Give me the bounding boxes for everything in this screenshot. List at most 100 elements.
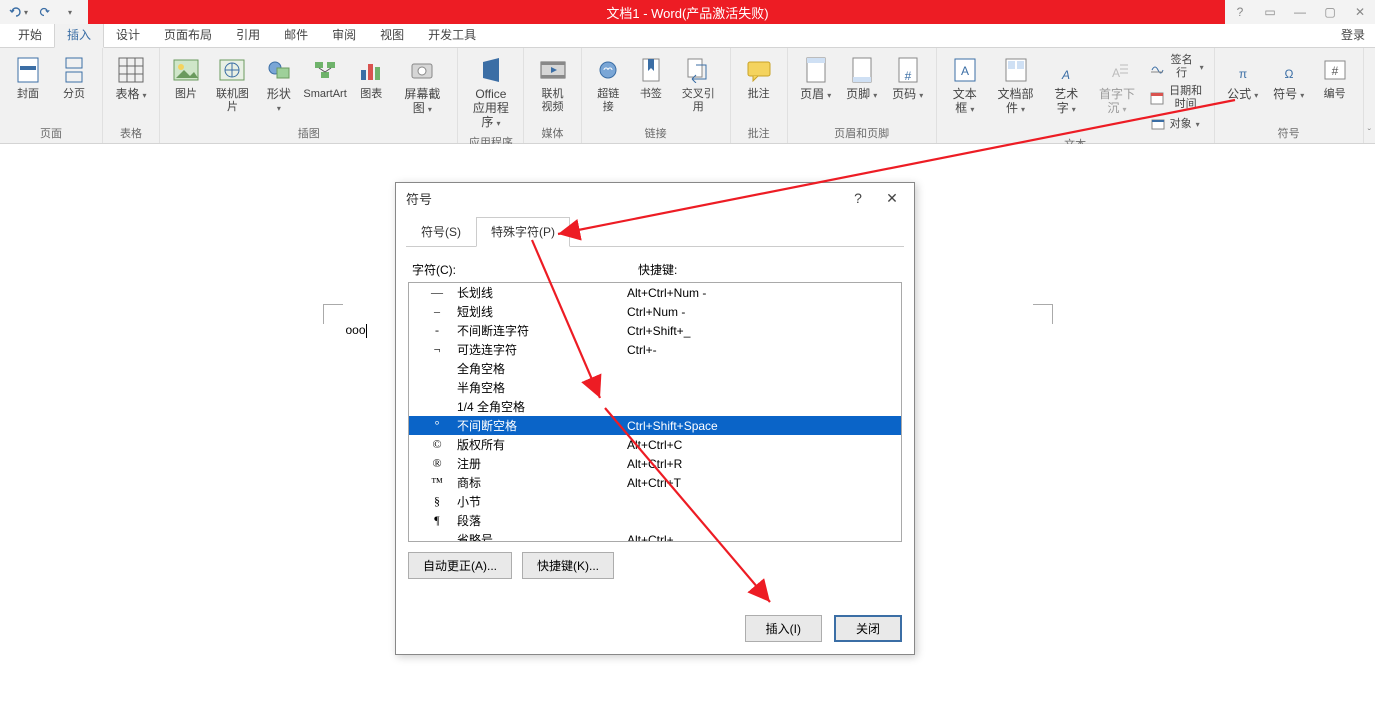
char-name: 可选连字符 xyxy=(457,341,627,358)
collapse-ribbon-icon[interactable]: ˇ xyxy=(1368,128,1371,139)
object-button[interactable]: 对象▾ xyxy=(1146,114,1208,134)
cover-page-button[interactable]: 封面 xyxy=(6,52,50,103)
char-row[interactable]: 全角空格 xyxy=(409,359,901,378)
char-row[interactable]: –短划线Ctrl+Num - xyxy=(409,302,901,321)
office-apps-button[interactable]: Office 应用程序 ▾ xyxy=(464,52,517,132)
char-shortcut: Alt+Ctrl+C xyxy=(627,438,893,452)
tab-references[interactable]: 引用 xyxy=(224,22,272,47)
screenshot-button[interactable]: 屏幕截图 ▾ xyxy=(393,52,451,118)
char-name: 商标 xyxy=(457,474,627,491)
group-label-media: 媒体 xyxy=(530,123,574,141)
special-char-list[interactable]: —长划线Alt+Ctrl+Num -–短划线Ctrl+Num --不间断连字符C… xyxy=(408,282,902,542)
shapes-button[interactable]: 形状 ▾ xyxy=(259,52,299,117)
minimize-button[interactable]: — xyxy=(1285,0,1315,24)
group-label-symbols: 符号 xyxy=(1221,123,1357,141)
signature-line-button[interactable]: 签名行▾ xyxy=(1146,52,1208,82)
char-name: 省略号 xyxy=(457,531,627,542)
bookmark-button[interactable]: 书签 xyxy=(631,52,671,103)
menu-tabs: 开始 插入 设计 页面布局 引用 邮件 审阅 视图 开发工具 登录 xyxy=(0,24,1375,48)
hyperlink-button[interactable]: 超链接 xyxy=(588,52,629,116)
char-row[interactable]: —长划线Alt+Ctrl+Num - xyxy=(409,283,901,302)
dialog-titlebar[interactable]: 符号 ? ✕ xyxy=(396,183,914,213)
char-row[interactable]: §小节 xyxy=(409,492,901,511)
tab-mailings[interactable]: 邮件 xyxy=(272,22,320,47)
tab-home[interactable]: 开始 xyxy=(6,22,54,47)
char-name: 不间断连字符 xyxy=(457,322,627,339)
group-label-links: 链接 xyxy=(588,123,724,141)
tab-developer[interactable]: 开发工具 xyxy=(416,22,488,47)
char-row[interactable]: ¬可选连字符Ctrl+- xyxy=(409,340,901,359)
symbol-button[interactable]: Ω符号 ▾ xyxy=(1267,52,1311,104)
undo-button[interactable]: ▾ xyxy=(8,2,28,22)
redo-button[interactable] xyxy=(34,2,54,22)
col-header-char: 字符(C): xyxy=(408,261,638,278)
close-dialog-button[interactable]: 关闭 xyxy=(834,615,902,642)
textbox-button[interactable]: A文本框 ▾ xyxy=(943,52,987,118)
char-row[interactable]: °不间断空格Ctrl+Shift+Space xyxy=(409,416,901,435)
chart-button[interactable]: 图表 xyxy=(351,52,391,103)
quick-access-toolbar: ▾ ▾ xyxy=(0,0,88,24)
equation-button[interactable]: π公式 ▾ xyxy=(1221,52,1265,104)
char-symbol: — xyxy=(417,285,457,300)
char-row[interactable]: 半角空格 xyxy=(409,378,901,397)
svg-text:#: # xyxy=(904,69,911,83)
online-picture-button[interactable]: 联机图片 xyxy=(208,52,257,116)
svg-text:A: A xyxy=(1112,66,1120,80)
header-button[interactable]: 页眉 ▾ xyxy=(794,52,838,104)
maximize-button[interactable]: ▢ xyxy=(1315,0,1345,24)
picture-button[interactable]: 图片 xyxy=(166,52,206,103)
dialog-tab-symbols[interactable]: 符号(S) xyxy=(406,217,476,246)
datetime-button[interactable]: 日期和时间 xyxy=(1146,83,1208,113)
dialog-close-button[interactable]: ✕ xyxy=(880,186,904,210)
char-symbol: ¶ xyxy=(417,513,457,528)
number-button[interactable]: #编号 xyxy=(1313,52,1357,103)
dialog-tab-special-chars[interactable]: 特殊字符(P) xyxy=(476,217,570,247)
ribbon-group-text: A文本框 ▾ 文档部件 ▾ A艺术字 ▾ A首字下沉 ▾ 签名行▾ 日期和时间 … xyxy=(937,48,1215,143)
char-symbol: © xyxy=(417,437,457,452)
column-headers: 字符(C): 快捷键: xyxy=(408,259,902,282)
smartart-button[interactable]: SmartArt xyxy=(301,52,349,103)
char-row[interactable]: -不间断连字符Ctrl+Shift+_ xyxy=(409,321,901,340)
quickparts-button[interactable]: 文档部件 ▾ xyxy=(989,52,1042,118)
ribbon-group-illustrations: 图片 联机图片 形状 ▾ SmartArt 图表 屏幕截图 ▾ 插图 xyxy=(160,48,458,143)
char-name: 小节 xyxy=(457,493,627,510)
shortcut-key-button[interactable]: 快捷键(K)... xyxy=(522,552,614,579)
autocorrect-button[interactable]: 自动更正(A)... xyxy=(408,552,512,579)
char-row[interactable]: ©版权所有Alt+Ctrl+C xyxy=(409,435,901,454)
page-text[interactable]: ooo xyxy=(346,322,367,338)
footer-button[interactable]: 页脚 ▾ xyxy=(840,52,884,104)
wordart-button[interactable]: A艺术字 ▾ xyxy=(1044,52,1088,118)
char-symbol: - xyxy=(417,323,457,338)
char-row[interactable]: ®注册Alt+Ctrl+R xyxy=(409,454,901,473)
tab-design[interactable]: 设计 xyxy=(104,22,152,47)
table-button[interactable]: 表格 ▾ xyxy=(109,52,153,104)
group-label-pages: 页面 xyxy=(6,123,96,141)
svg-text:π: π xyxy=(1239,67,1247,81)
close-button[interactable]: ✕ xyxy=(1345,0,1375,24)
tab-insert[interactable]: 插入 xyxy=(54,21,104,48)
online-video-button[interactable]: 联机视频 xyxy=(530,52,574,116)
tab-pagelayout[interactable]: 页面布局 xyxy=(152,22,224,47)
char-symbol: ™ xyxy=(417,475,457,490)
tab-view[interactable]: 视图 xyxy=(368,22,416,47)
char-name: 全角空格 xyxy=(457,360,627,377)
ribbon-display-options-button[interactable]: ▭ xyxy=(1255,0,1285,24)
insert-button[interactable]: 插入(I) xyxy=(745,615,822,642)
dialog-help-button[interactable]: ? xyxy=(846,186,870,210)
cross-reference-button[interactable]: 交叉引用 xyxy=(673,52,724,116)
char-row[interactable]: …省略号Alt+Ctrl+. xyxy=(409,530,901,542)
page-break-button[interactable]: 分页 xyxy=(52,52,96,103)
page-number-button[interactable]: #页码 ▾ xyxy=(886,52,930,104)
char-row[interactable]: ™商标Alt+Ctrl+T xyxy=(409,473,901,492)
char-name: 1/4 全角空格 xyxy=(457,398,627,415)
comment-button[interactable]: 批注 xyxy=(737,52,781,103)
tab-review[interactable]: 审阅 xyxy=(320,22,368,47)
char-shortcut: Ctrl+- xyxy=(627,343,893,357)
help-button[interactable]: ? xyxy=(1225,0,1255,24)
char-row[interactable]: 1/4 全角空格 xyxy=(409,397,901,416)
login-link[interactable]: 登录 xyxy=(1331,22,1375,47)
dialog-tabs: 符号(S) 特殊字符(P) xyxy=(406,217,904,247)
dropcap-button[interactable]: A首字下沉 ▾ xyxy=(1090,52,1143,118)
char-row[interactable]: ¶段落 xyxy=(409,511,901,530)
qat-customize-button[interactable]: ▾ xyxy=(60,2,80,22)
